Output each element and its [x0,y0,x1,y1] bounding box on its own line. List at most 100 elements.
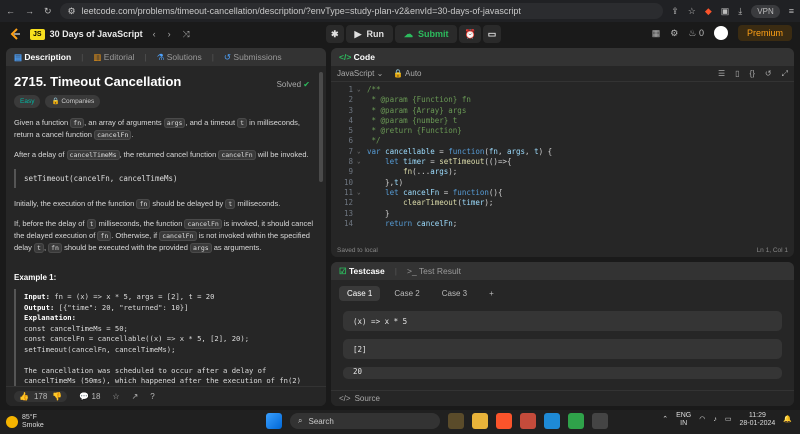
shuffle-icon[interactable]: ⤨ [183,29,190,40]
companies-tag[interactable]: 🔒 Companies [45,95,101,108]
problem-title[interactable]: 2715. Timeout Cancellation [14,75,318,88]
share-icon[interactable]: ⇪ [671,6,679,17]
downloads-icon[interactable]: ⤓ [738,6,742,17]
code-line: 1 ⌄/** [348,85,381,94]
case-tab-3[interactable]: Case 3 [434,286,475,301]
tab-solutions[interactable]: ⚗ Solutions [157,52,202,63]
lock-icon: 🔒 [51,98,60,105]
code-tab-label: Code [353,52,375,62]
study-plan-title[interactable]: 30 Days of JavaScript [50,29,143,39]
weather-widget[interactable]: 85°F Smoke [6,414,44,430]
auto-mode[interactable]: 🔒 Auto [393,69,421,78]
bookmark-icon[interactable]: ▯ [735,69,739,79]
site-info-icon[interactable]: ⚙ [68,6,76,17]
leetcode-logo-icon[interactable] [8,27,22,41]
bookmark-icon[interactable]: ☆ [688,6,696,17]
cursor-position: Ln 1, Col 1 [756,246,788,254]
language-indicator[interactable]: ENG IN [676,412,691,428]
add-case-button[interactable]: + [481,286,502,301]
star-icon[interactable]: ☆ [112,392,119,401]
case-tab-1[interactable]: Case 1 [339,286,381,301]
format-icon[interactable]: ☰ [718,69,725,79]
sun-haze-icon [6,416,18,428]
debug-button[interactable]: ✱ [326,25,344,43]
layout-icon[interactable]: ▦ [652,28,661,39]
fullscreen-icon[interactable]: ⤢ [782,69,788,79]
prev-problem-icon[interactable]: ‹ [153,29,156,40]
vpn-button[interactable]: VPN [751,4,780,18]
brave-browser-icon[interactable] [496,413,512,429]
timer-button[interactable]: ⏰ [459,25,481,43]
chevron-up-icon[interactable]: ⌃ [662,416,668,424]
inline-code: t [237,118,248,128]
premium-button[interactable]: Premium [737,25,792,41]
help-icon[interactable]: ? [150,392,154,401]
brave-shield-icon[interactable]: ◆ [705,6,712,17]
text: , and a timeout [185,118,236,127]
inline-code: cancelFn [94,130,132,140]
app-icon[interactable] [520,413,536,429]
tab-testcase[interactable]: ☑ Testcase [339,266,385,277]
inline-code: cancelFn [184,219,222,229]
tab-description-label: Description [24,51,72,62]
windows-start-icon[interactable] [266,413,282,429]
forward-icon[interactable]: → [25,6,34,16]
app-icon[interactable] [568,413,584,429]
app-icon[interactable] [592,413,608,429]
tab-test-result[interactable]: >_ Test Result [407,266,461,276]
volume-icon[interactable]: ♪ [713,416,717,424]
widgets-icon[interactable] [448,413,464,429]
reset-icon[interactable]: ↺ [765,69,772,79]
description-footer: 👍 178 👎 💬 18 ☆ ↗ ? [6,386,326,406]
notes-button[interactable]: ▭ [482,25,502,43]
testcase-input-t[interactable]: 20 [343,367,782,379]
braces-icon[interactable]: {} [750,69,755,79]
scrollbar[interactable] [319,72,323,182]
history-icon: ↺ [223,51,232,62]
thumbs-up-icon[interactable]: 👍 [19,392,29,401]
vscode-icon[interactable] [544,413,560,429]
clock[interactable]: 11:29 28-01-2024 [739,412,775,428]
testcase-input-fn[interactable]: (x) => x * 5 [343,311,782,331]
settings-gear-icon[interactable]: ⚙ [670,28,678,39]
clock-date: 28-01-2024 [739,420,776,427]
streak[interactable]: ♨ 0 [688,28,704,39]
code-line: 9 fn(...args); [348,167,458,177]
run-button[interactable]: ▶ Run [345,25,393,43]
testcase-panel: ☑ Testcase | >_ Test Result Case 1 Case … [331,262,794,406]
file-explorer-icon[interactable] [472,413,488,429]
inline-code: t [34,243,44,253]
code-line: 11 ⌄ let cancelFn = function(){ [343,187,503,197]
next-problem-icon[interactable]: › [168,29,171,40]
avatar[interactable] [713,26,728,40]
address-bar[interactable]: ⚙ leetcode.com/problems/timeout-cancella… [59,3,664,19]
thumbs-down-icon[interactable]: 👎 [52,392,62,401]
comments-button[interactable]: 💬 18 [79,392,100,401]
tab-testcase-label: Testcase [349,265,385,276]
tab-description[interactable]: ▤ Description [14,52,71,63]
problem-tags: Easy 🔒 Companies [14,95,318,108]
code-editor[interactable]: 1 ⌄/** 2 * @param {Function} fn 3 * @para… [331,82,794,240]
battery-icon[interactable]: ▭ [725,416,732,424]
url-text: leetcode.com/problems/timeout-cancellati… [81,6,521,16]
extensions-icon[interactable]: ▣ [721,6,730,17]
tab-submissions[interactable]: ↺ Submissions [224,52,282,63]
menu-icon[interactable]: ≡ [789,6,794,16]
share-icon[interactable]: ↗ [132,392,139,401]
testcase-input-args[interactable]: [2] [343,339,782,359]
like-count: 178 [33,392,48,401]
taskbar-search[interactable]: ⌕ Search [290,413,440,429]
notification-bell-icon[interactable]: 🔔 [783,416,792,424]
code-toolbar: JavaScript ⌄ 🔒 Auto ☰ ▯ {} ↺ ⤢ [331,66,794,82]
example-input-value: fn = (x) => x * 5, args = [2], t = 20 [49,292,215,301]
reload-icon[interactable]: ↻ [44,6,52,17]
submit-button[interactable]: ☁ Submit [394,25,458,43]
code-tab[interactable]: </> Code [339,52,375,62]
paragraph-initially: Initially, the execution of the function… [14,198,318,210]
source-bar[interactable]: </> Source [331,390,794,406]
wifi-icon[interactable]: ◠ [699,416,705,424]
tab-editorial[interactable]: ▥ Editorial [93,52,134,63]
case-tab-2[interactable]: Case 2 [386,286,427,301]
language-select[interactable]: JavaScript ⌄ [337,69,383,78]
back-icon[interactable]: ← [6,6,15,16]
